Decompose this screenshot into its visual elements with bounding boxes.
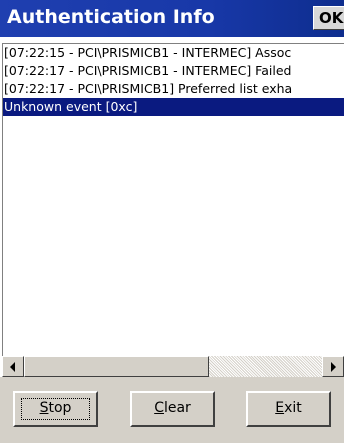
log-row-selected[interactable]: Unknown event [0xc] [3, 98, 344, 116]
button-bar: Stop Clear Exit [0, 377, 344, 443]
exit-mnemonic: E [275, 400, 285, 416]
log-row[interactable]: [07:22:17 - PCI\PRISMICB1] Preferred lis… [3, 80, 344, 98]
clear-label: lear [163, 400, 191, 416]
title-bar: Authentication Info OK [0, 0, 344, 37]
clear-button[interactable]: Clear [130, 391, 215, 427]
arrow-left-icon [10, 362, 15, 372]
ok-button[interactable]: OK [313, 6, 344, 30]
clear-mnemonic: C [154, 400, 164, 416]
scroll-right-button[interactable] [322, 356, 344, 377]
exit-label: xit [284, 400, 302, 416]
log-row[interactable]: [07:22:17 - PCI\PRISMICB1 - INTERMEC] Fa… [3, 62, 344, 80]
focus-rectangle [21, 398, 90, 420]
log-row[interactable]: [07:22:15 - PCI\PRISMICB1 - INTERMEC] As… [3, 44, 344, 62]
exit-button[interactable]: Exit [246, 391, 331, 427]
window-title: Authentication Info [7, 6, 215, 28]
event-log-list[interactable]: [07:22:15 - PCI\PRISMICB1 - INTERMEC] As… [2, 43, 344, 356]
arrow-right-icon [331, 362, 336, 372]
stop-button[interactable]: Stop [13, 391, 98, 427]
scroll-left-button[interactable] [2, 356, 24, 377]
scrollbar-thumb[interactable] [24, 356, 209, 377]
horizontal-scrollbar[interactable] [2, 356, 344, 377]
